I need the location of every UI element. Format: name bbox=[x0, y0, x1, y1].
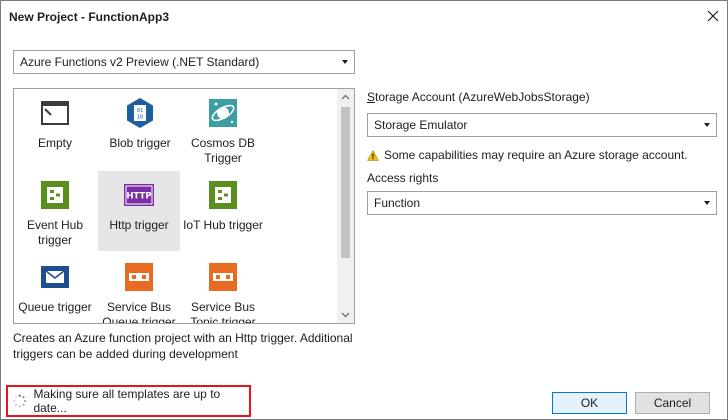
ok-button[interactable]: OK bbox=[552, 392, 627, 414]
template-blob-trigger[interactable]: 01 10 Blob trigger bbox=[99, 89, 181, 169]
storage-warning-text: Some capabilities may require an Azure s… bbox=[384, 148, 688, 162]
http-trigger-icon: HTTP bbox=[124, 184, 154, 206]
svg-text:10: 10 bbox=[137, 115, 144, 121]
template-label: Http trigger bbox=[109, 218, 169, 232]
close-icon bbox=[707, 10, 719, 22]
storage-account-label: Storage Account (AzureWebJobsStorage) bbox=[367, 90, 590, 104]
iot-hub-trigger-icon bbox=[209, 181, 237, 209]
event-hub-trigger-icon bbox=[41, 181, 69, 209]
template-label: Cosmos DB Trigger bbox=[190, 136, 255, 165]
empty-template-icon bbox=[41, 101, 69, 125]
cosmos-db-trigger-icon bbox=[209, 99, 237, 127]
template-label: Event Hub trigger bbox=[26, 218, 84, 247]
version-select[interactable]: Azure Functions v2 Preview (.NET Standar… bbox=[13, 50, 355, 74]
scrollbar-thumb[interactable] bbox=[341, 107, 350, 258]
storage-account-select[interactable]: Storage Emulator bbox=[367, 113, 717, 137]
chevron-down-icon bbox=[704, 201, 710, 205]
template-service-bus-topic-trigger[interactable]: Service Bus Topic trigger bbox=[182, 253, 264, 324]
spinner-icon bbox=[13, 394, 27, 408]
service-bus-topic-trigger-icon bbox=[209, 263, 237, 291]
storage-account-value: Storage Emulator bbox=[374, 118, 468, 132]
warning-icon bbox=[367, 149, 379, 161]
scroll-down-button[interactable] bbox=[337, 306, 354, 323]
template-cosmos-db-trigger[interactable]: Cosmos DB Trigger bbox=[182, 89, 264, 169]
window-title: New Project - FunctionApp3 bbox=[9, 10, 170, 24]
template-list[interactable]: Empty 01 10 Blob trigger Cosmos DB Trigg… bbox=[13, 88, 355, 324]
access-rights-value: Function bbox=[374, 196, 421, 210]
template-label: Queue trigger bbox=[18, 300, 92, 314]
storage-account-label-text: torage Account (AzureWebJobsStorage) bbox=[375, 90, 590, 104]
storage-account-label-accelerator: S bbox=[367, 90, 376, 104]
cancel-button[interactable]: Cancel bbox=[635, 392, 710, 414]
template-service-bus-queue-trigger[interactable]: Service Bus Queue trigger bbox=[98, 253, 180, 324]
close-button[interactable] bbox=[704, 7, 722, 25]
template-event-hub-trigger[interactable]: Event Hub trigger bbox=[14, 171, 96, 251]
template-label: Empty bbox=[37, 136, 72, 150]
http-icon-text: HTTP bbox=[126, 192, 151, 202]
template-iot-hub-trigger[interactable]: IoT Hub trigger bbox=[182, 171, 264, 251]
template-label: Blob trigger bbox=[109, 136, 171, 150]
blob-trigger-icon: 01 10 bbox=[127, 98, 153, 128]
template-label: Service Bus Queue trigger bbox=[102, 300, 176, 324]
scroll-up-button[interactable] bbox=[337, 89, 354, 106]
queue-trigger-icon bbox=[41, 266, 69, 288]
template-http-trigger[interactable]: HTTP Http trigger bbox=[98, 171, 180, 251]
access-rights-select[interactable]: Function bbox=[367, 191, 717, 215]
version-select-value: Azure Functions v2 Preview (.NET Standar… bbox=[20, 55, 260, 69]
template-label: IoT Hub trigger bbox=[183, 218, 263, 232]
chevron-down-icon bbox=[341, 312, 350, 318]
template-label: Service Bus Topic trigger bbox=[190, 300, 256, 324]
template-queue-trigger[interactable]: Queue trigger bbox=[14, 253, 96, 323]
chevron-down-icon bbox=[704, 123, 710, 127]
svg-text:01: 01 bbox=[137, 108, 144, 114]
access-rights-label: Access rights bbox=[367, 171, 439, 185]
storage-warning: Some capabilities may require an Azure s… bbox=[367, 148, 688, 162]
chevron-up-icon bbox=[341, 94, 350, 100]
service-bus-queue-trigger-icon bbox=[125, 263, 153, 291]
template-empty[interactable]: Empty bbox=[14, 89, 96, 169]
template-description: Creates an Azure function project with a… bbox=[13, 331, 353, 361]
template-list-scrollbar[interactable] bbox=[337, 89, 354, 323]
status-indicator: Making sure all templates are up to date… bbox=[6, 385, 251, 417]
chevron-down-icon bbox=[342, 60, 348, 64]
new-project-dialog: New Project - FunctionApp3 Azure Functio… bbox=[0, 0, 728, 420]
status-text: Making sure all templates are up to date… bbox=[33, 387, 221, 415]
